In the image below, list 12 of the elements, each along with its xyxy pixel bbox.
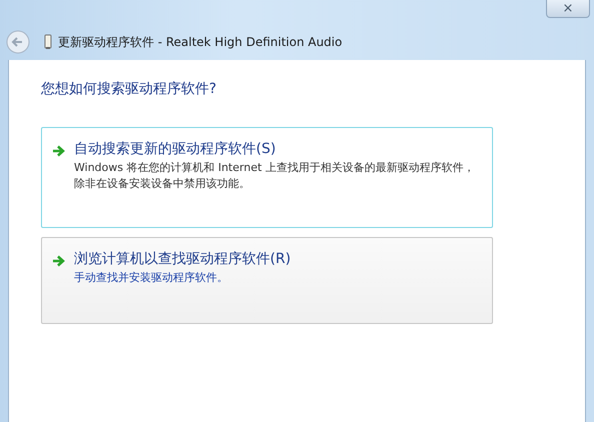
close-button[interactable]: × (546, 0, 590, 18)
option-card[interactable]: 自动搜索更新的驱动程序软件(S) Windows 将在您的计算机和 Internet 上查找用于相关设备的最新驱动程序软件，除非在设备安装设备中禁用该功能。 (41, 127, 493, 228)
page-heading: 您想如何搜索驱动程序软件? (41, 80, 218, 98)
option-description: Windows 将在您的计算机和 Internet 上查找用于相关设备的最新驱动程序软件，除非在设备安装设备中禁用该功能。 (74, 160, 476, 192)
option-title: 自动搜索更新的驱动程序软件(S) (74, 140, 277, 158)
option-description: 手动查找并安装驱动程序软件。 (74, 270, 229, 286)
arrow-icon (52, 254, 66, 268)
option-card[interactable]: 浏览计算机以查找驱动程序软件(R) 手动查找并安装驱动程序软件。 (41, 237, 493, 324)
device-icon (44, 34, 52, 50)
arrow-icon (52, 144, 66, 158)
option-title: 浏览计算机以查找驱动程序软件(R) (74, 250, 291, 268)
window-title: 更新驱动程序软件 - Realtek High Definition Audio (58, 34, 342, 50)
